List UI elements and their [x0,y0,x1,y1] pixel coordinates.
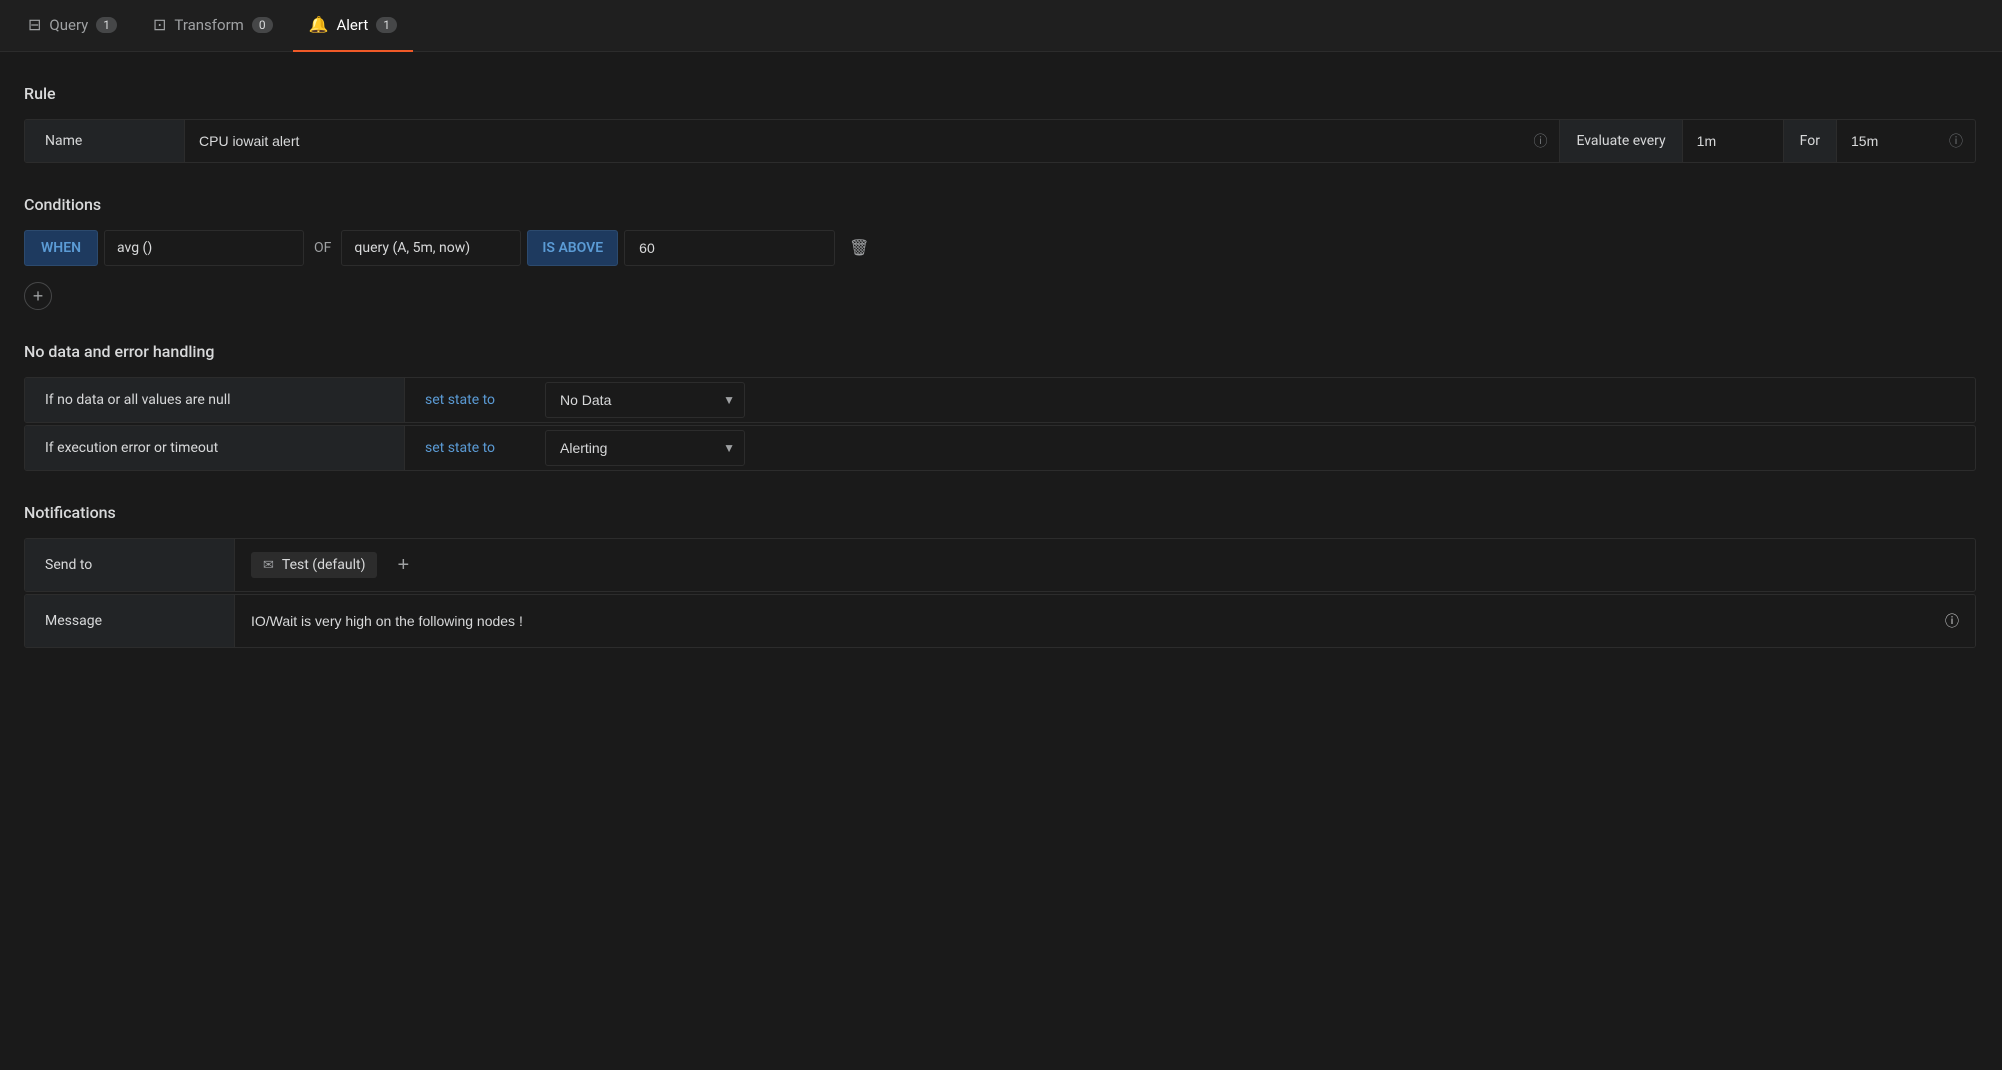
evaluate-every-input[interactable] [1683,120,1783,162]
send-to-label: Send to [25,539,235,591]
no-data-section: No data and error handling If no data or… [24,342,1976,471]
notifications-section-title: Notifications [24,503,1976,522]
tab-query[interactable]: ⊟ Query 1 [12,0,133,52]
transform-icon: ⊡ [153,15,166,34]
message-label: Message [25,595,235,647]
tab-alert-badge: 1 [376,17,397,33]
error-timeout-set-state-label: set state to [405,440,545,456]
condition-comparator-button[interactable]: IS ABOVE [527,230,618,266]
plus-circle-icon: + [33,286,44,307]
add-condition-row: + [24,278,1976,310]
evaluate-every-label: Evaluate every [1559,120,1682,162]
tab-alert-label: Alert [336,16,368,34]
condition-threshold-input[interactable] [639,240,820,256]
condition-query-selector[interactable]: query (A, 5m, now) [341,230,521,266]
condition-threshold-input-wrapper [624,230,835,266]
tab-query-label: Query [49,16,88,34]
add-condition-button[interactable]: + [24,282,52,310]
for-info-icon[interactable]: ⓘ [1937,131,1975,151]
database-icon: ⊟ [28,15,41,34]
add-send-to-button[interactable]: + [389,550,417,581]
send-to-tag[interactable]: ✉ Test (default) [251,552,377,578]
add-notif-icon: + [397,554,409,576]
rule-row: Name ⓘ Evaluate every For ⓘ [24,119,1976,163]
rule-name-input[interactable] [185,120,1521,162]
trash-icon: 🗑 [849,238,869,258]
rule-section-title: Rule [24,84,1976,103]
rule-name-label: Name [25,120,185,162]
no-data-label: If no data or all values are null [25,378,405,422]
error-timeout-label: If execution error or timeout [25,426,405,470]
tab-transform-label: Transform [174,16,243,34]
message-input[interactable] [251,613,1945,629]
message-info-icon[interactable]: ⓘ [1945,611,1959,631]
tab-bar: ⊟ Query 1 ⊡ Transform 0 🔔 Alert 1 [0,0,2002,52]
delete-condition-button[interactable]: 🗑 [841,232,877,264]
bell-icon: 🔔 [309,15,329,34]
main-content: Rule Name ⓘ Evaluate every For ⓘ Conditi… [0,52,2000,704]
mail-icon: ✉ [263,558,274,573]
rule-section: Rule Name ⓘ Evaluate every For ⓘ [24,84,1976,163]
tab-query-badge: 1 [96,17,117,33]
no-data-state-select[interactable]: No Data Alerting Keep Last State OK [545,382,745,418]
message-content: ⓘ [235,595,1975,647]
no-data-set-state-label: set state to [405,392,545,408]
tab-transform[interactable]: ⊡ Transform 0 [137,0,289,52]
error-timeout-state-selector-wrapper: Alerting Keep Last State ▼ [545,430,745,466]
notifications-section: Notifications Send to ✉ Test (default) +… [24,503,1976,648]
condition-row: WHEN avg () OF query (A, 5m, now) IS ABO… [24,230,1976,266]
message-row: Message ⓘ [24,594,1976,648]
rule-name-info-icon[interactable]: ⓘ [1521,131,1559,151]
tab-alert[interactable]: 🔔 Alert 1 [293,0,413,52]
tab-transform-badge: 0 [252,17,273,33]
send-to-row: Send to ✉ Test (default) + [24,538,1976,592]
send-to-content: ✉ Test (default) + [235,542,1975,589]
send-to-tag-text: Test (default) [282,557,366,573]
condition-of-label: OF [310,240,335,256]
no-data-row: If no data or all values are null set st… [24,377,1976,423]
condition-func-selector[interactable]: avg () [104,230,304,266]
no-data-state-selector-wrapper: No Data Alerting Keep Last State OK ▼ [545,382,745,418]
for-label: For [1783,120,1837,162]
conditions-section-title: Conditions [24,195,1976,214]
for-input[interactable] [1837,120,1937,162]
condition-when-button[interactable]: WHEN [24,230,98,266]
error-timeout-row: If execution error or timeout set state … [24,425,1976,471]
conditions-section: Conditions WHEN avg () OF query (A, 5m, … [24,195,1976,310]
error-timeout-state-select[interactable]: Alerting Keep Last State [545,430,745,466]
no-data-section-title: No data and error handling [24,342,1976,361]
